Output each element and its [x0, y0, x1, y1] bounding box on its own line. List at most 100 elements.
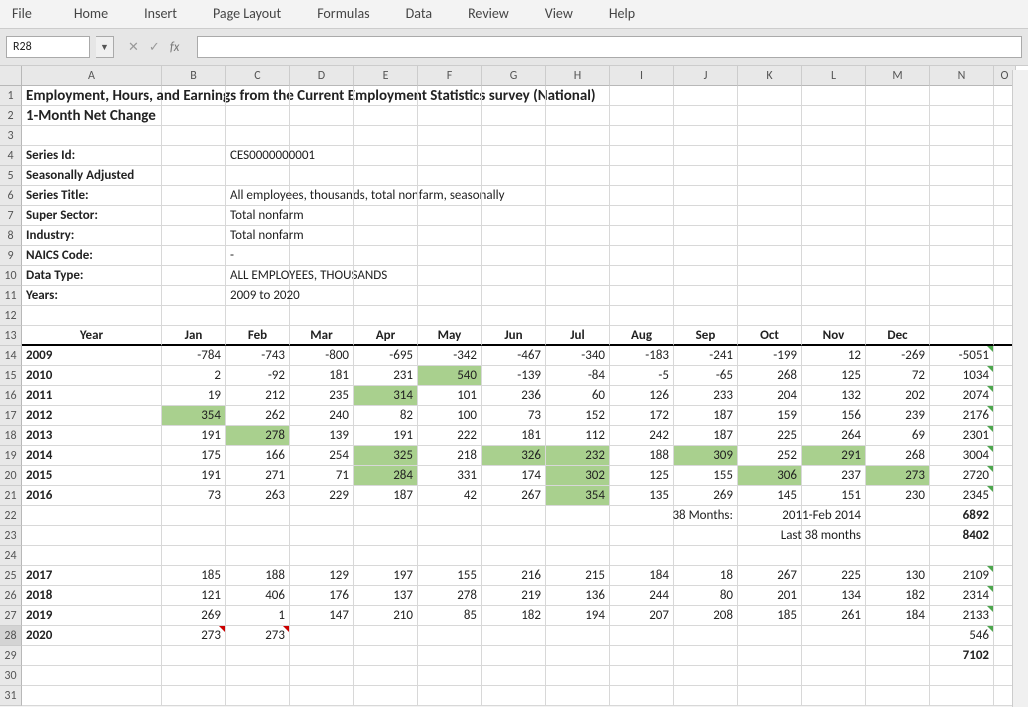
cell[interactable]	[610, 146, 674, 166]
cell[interactable]	[354, 126, 418, 146]
cell[interactable]	[418, 106, 482, 126]
cell[interactable]	[866, 106, 930, 126]
data-cell[interactable]: 273	[866, 466, 930, 486]
cell[interactable]	[866, 186, 930, 206]
data-cell[interactable]: 237	[802, 466, 866, 486]
data-cell[interactable]: -92	[226, 366, 290, 386]
data-cell[interactable]: 268	[738, 366, 802, 386]
data-cell[interactable]: 188	[226, 566, 290, 586]
cell[interactable]	[354, 546, 418, 566]
data-cell[interactable]: 187	[674, 406, 738, 426]
cell[interactable]	[354, 86, 418, 106]
data-cell[interactable]: 132	[802, 386, 866, 406]
cell[interactable]	[162, 186, 226, 206]
data-cell[interactable]: 540	[418, 366, 482, 386]
data-cell[interactable]: 263	[226, 486, 290, 506]
row-header-1[interactable]: 1	[0, 86, 22, 106]
cell[interactable]	[738, 146, 802, 166]
cell[interactable]	[226, 666, 290, 686]
row-header-30[interactable]: 30	[0, 666, 22, 686]
data-cell[interactable]: 233	[674, 386, 738, 406]
data-cell[interactable]: 73	[162, 486, 226, 506]
cell[interactable]	[546, 506, 610, 526]
meta-label[interactable]: Series Title:	[22, 186, 162, 206]
cell[interactable]	[290, 226, 354, 246]
cell[interactable]	[738, 306, 802, 326]
cell[interactable]	[802, 286, 866, 306]
cell[interactable]	[162, 266, 226, 286]
row-header-25[interactable]: 25	[0, 566, 22, 586]
cell[interactable]	[162, 306, 226, 326]
cell[interactable]	[610, 186, 674, 206]
data-cell[interactable]: 18	[674, 566, 738, 586]
table-header[interactable]: May	[418, 326, 482, 346]
cell[interactable]	[162, 506, 226, 526]
cell[interactable]	[930, 106, 994, 126]
data-cell[interactable]: 273	[162, 626, 226, 646]
cell[interactable]	[802, 206, 866, 226]
data-cell[interactable]: 201	[738, 586, 802, 606]
cell[interactable]	[610, 246, 674, 266]
meta-label[interactable]: Seasonally Adjusted	[22, 166, 162, 186]
cell[interactable]	[226, 686, 290, 706]
cell[interactable]	[162, 226, 226, 246]
data-cell[interactable]: 210	[354, 606, 418, 626]
table-header[interactable]: Year	[22, 326, 162, 346]
row-header-18[interactable]: 18	[0, 426, 22, 446]
col-header-F[interactable]: F	[418, 66, 482, 86]
cell[interactable]	[610, 646, 674, 666]
data-cell[interactable]: 225	[738, 426, 802, 446]
cell[interactable]	[546, 246, 610, 266]
cell[interactable]	[674, 286, 738, 306]
cell[interactable]	[738, 206, 802, 226]
cell[interactable]	[546, 146, 610, 166]
data-cell[interactable]: 69	[866, 426, 930, 446]
cell[interactable]	[802, 126, 866, 146]
data-cell[interactable]: 156	[802, 406, 866, 426]
data-cell[interactable]: 267	[482, 486, 546, 506]
cell[interactable]	[418, 546, 482, 566]
data-cell[interactable]: 215	[546, 566, 610, 586]
cell[interactable]	[866, 646, 930, 666]
data-cell[interactable]: 73	[482, 406, 546, 426]
cell[interactable]	[354, 506, 418, 526]
year-cell[interactable]: 2016	[22, 486, 162, 506]
cell[interactable]	[22, 646, 162, 666]
cell[interactable]	[738, 666, 802, 686]
table-header[interactable]: Oct	[738, 326, 802, 346]
year-cell[interactable]: 2012	[22, 406, 162, 426]
cell[interactable]	[866, 126, 930, 146]
summary-total-b[interactable]: 8402	[930, 526, 994, 546]
cell[interactable]	[930, 86, 994, 106]
cell[interactable]	[418, 146, 482, 166]
ribbon-tab-review[interactable]: Review	[450, 1, 527, 26]
cell[interactable]	[866, 86, 930, 106]
cell[interactable]	[930, 686, 994, 706]
cell[interactable]	[226, 86, 290, 106]
data-cell[interactable]: 406	[226, 586, 290, 606]
data-cell[interactable]: 176	[290, 586, 354, 606]
row-header-24[interactable]: 24	[0, 546, 22, 566]
year-cell[interactable]: 2011	[22, 386, 162, 406]
cell[interactable]	[418, 86, 482, 106]
data-cell[interactable]: -342	[418, 346, 482, 366]
cell[interactable]	[674, 686, 738, 706]
table-header[interactable]	[930, 326, 994, 346]
table-header[interactable]: Aug	[610, 326, 674, 346]
cell[interactable]	[738, 286, 802, 306]
cell[interactable]	[354, 226, 418, 246]
cell[interactable]	[546, 106, 610, 126]
cell[interactable]	[610, 686, 674, 706]
data-cell[interactable]: 291	[802, 446, 866, 466]
data-cell[interactable]: 151	[802, 486, 866, 506]
data-cell[interactable]: 185	[162, 566, 226, 586]
meta-value[interactable]: All employees, thousands, total nonfarm,…	[226, 186, 290, 206]
cell[interactable]	[290, 206, 354, 226]
data-cell[interactable]: 42	[418, 486, 482, 506]
cell[interactable]	[418, 306, 482, 326]
data-cell[interactable]: 125	[802, 366, 866, 386]
cell[interactable]	[354, 206, 418, 226]
formula-input[interactable]	[197, 36, 1022, 58]
row-total[interactable]: 2109	[930, 566, 994, 586]
title-1[interactable]: Employment, Hours, and Earnings from the…	[22, 86, 162, 106]
